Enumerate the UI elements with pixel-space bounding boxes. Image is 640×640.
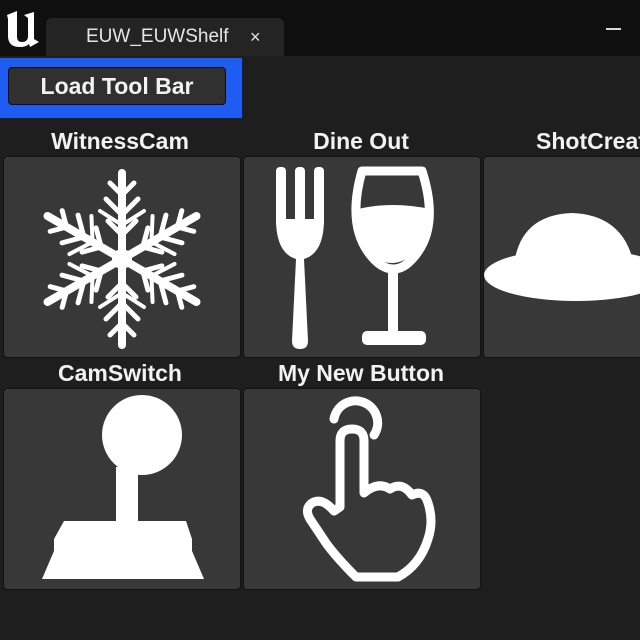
dine-out-button[interactable] bbox=[243, 156, 481, 358]
camswitch-button[interactable] bbox=[3, 388, 241, 590]
tab-close-icon[interactable]: × bbox=[250, 27, 261, 48]
camswitch-label: CamSwitch bbox=[58, 360, 182, 386]
witnesscam-button[interactable] bbox=[3, 156, 241, 358]
tab-euw-shelf[interactable]: EUW_EUWShelf × bbox=[46, 18, 284, 56]
tab-title: EUW_EUWShelf bbox=[86, 26, 229, 47]
load-toolbar-highlight: Load Tool Bar bbox=[0, 58, 242, 118]
witnesscam-label: WitnessCam bbox=[51, 128, 189, 154]
fork-and-wine-glass-icon bbox=[276, 166, 434, 349]
my-new-button-button[interactable] bbox=[243, 388, 481, 590]
hat-icon bbox=[484, 213, 640, 301]
shotcreator-label: ShotCreator bbox=[536, 128, 640, 154]
shotcreator-button[interactable] bbox=[483, 156, 640, 358]
unreal-engine-logo-icon bbox=[7, 11, 39, 47]
minimize-icon[interactable] bbox=[600, 14, 626, 40]
dine-out-label: Dine Out bbox=[313, 128, 409, 154]
snowflake-icon bbox=[4, 169, 241, 358]
my-new-button-label: My New Button bbox=[277, 360, 445, 386]
title-bar: EUW_EUWShelf × bbox=[0, 0, 640, 56]
joystick-icon bbox=[42, 395, 204, 579]
load-tool-bar-button[interactable]: Load Tool Bar bbox=[8, 67, 226, 105]
tap-hand-icon bbox=[302, 396, 436, 582]
